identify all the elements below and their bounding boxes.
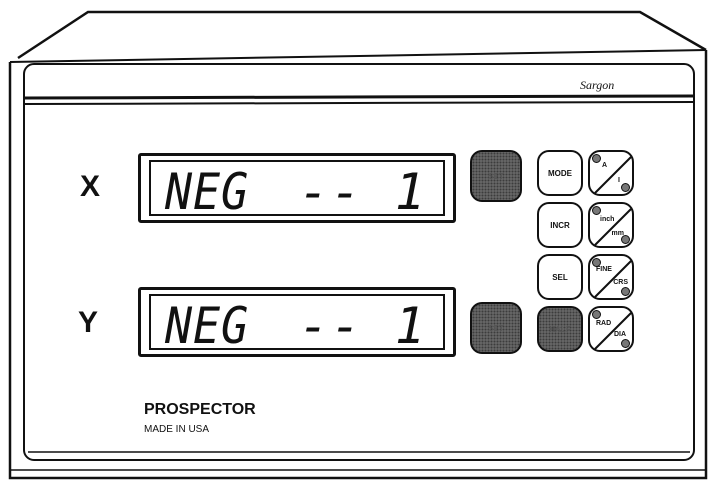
half-button[interactable]: HALF <box>537 306 583 352</box>
incr-label: INCR <box>550 220 570 230</box>
panel-stripe-top <box>23 94 695 100</box>
fine-led-icon <box>592 258 601 267</box>
inc-led-icon <box>621 183 630 192</box>
rad-led-icon <box>592 310 601 319</box>
x-set-button[interactable]: SET <box>470 150 522 202</box>
housing-top-edge <box>9 49 707 63</box>
x-display-window: NEG -- 1 <box>149 160 445 221</box>
half-label: HALF <box>549 324 571 334</box>
made-in-label: MADE IN USA <box>144 424 210 435</box>
sel-button[interactable]: SEL <box>537 254 583 300</box>
rad-label: RAD <box>596 320 612 327</box>
crs-led-icon <box>621 287 630 296</box>
rad-dia-toggle-button[interactable]: RAD DIA <box>588 306 634 352</box>
x-readout-main: NEG <box>165 163 249 221</box>
inch-mm-toggle-button[interactable]: inch mm <box>588 202 634 248</box>
abs-inc-top-label: A <box>602 162 608 169</box>
x-display: NEG -- 1 <box>138 153 456 223</box>
inch-label: inch <box>600 216 615 223</box>
incr-button[interactable]: INCR <box>537 202 583 248</box>
y-readout-main: NEG <box>165 297 249 355</box>
dia-label: DIA <box>613 331 626 338</box>
x-readout-right: -- 1 <box>298 163 427 221</box>
inch-led-icon <box>592 206 601 215</box>
sel-label: SEL <box>552 272 568 282</box>
x-axis-label: X <box>80 170 101 203</box>
mm-led-icon <box>621 235 630 244</box>
y-display-window: NEG -- 1 <box>149 294 445 355</box>
y-set-label: SET <box>488 323 504 333</box>
y-set-button[interactable]: SET <box>470 302 522 354</box>
abs-inc-bottom-label: I <box>618 177 620 184</box>
y-readout-right: -- 1 <box>298 297 427 355</box>
crs-label: CRS <box>613 279 628 286</box>
abs-led-icon <box>592 154 601 163</box>
fine-label: FINE <box>596 266 612 273</box>
x-set-label: SET <box>488 171 504 181</box>
y-axis-label: Y <box>78 306 99 339</box>
fine-crs-toggle-button[interactable]: FINE CRS <box>588 254 634 300</box>
dia-led-icon <box>621 339 630 348</box>
mode-label: MODE <box>548 168 572 178</box>
panel-stripe-bottom <box>23 101 695 105</box>
product-name: PROSPECTOR <box>144 401 256 418</box>
y-display: NEG -- 1 <box>138 287 456 357</box>
brand-logo: Sargon <box>580 78 615 92</box>
mode-button[interactable]: MODE <box>537 150 583 196</box>
abs-inc-toggle-button[interactable]: A I <box>588 150 634 196</box>
